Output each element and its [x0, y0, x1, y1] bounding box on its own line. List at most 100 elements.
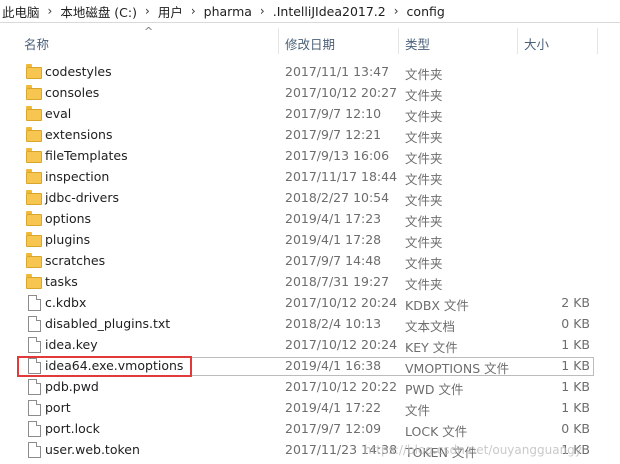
file-type: 文件夹: [405, 235, 443, 250]
file-icon: [28, 379, 41, 395]
file-date: 2018/2/4 10:13: [285, 316, 382, 331]
file-type: 文本文档: [405, 319, 456, 334]
file-type: 文件夹: [405, 67, 443, 82]
file-row[interactable]: tasks 2018/7/31 19:27 文件夹: [18, 271, 600, 292]
file-date: 2018/2/27 10:54: [285, 190, 390, 205]
column-size[interactable]: 大小: [524, 34, 549, 53]
file-name: scratches: [45, 253, 106, 268]
column-divider[interactable]: [517, 28, 518, 54]
file-size: 1 KB: [561, 379, 590, 394]
folder-icon: [26, 106, 42, 121]
chevron-right-icon: ›: [47, 4, 53, 18]
file-row[interactable]: codestyles 2017/11/1 13:47 文件夹: [18, 61, 600, 82]
file-name: tasks: [45, 274, 78, 289]
file-size: 0 KB: [561, 316, 590, 331]
file-icon: [28, 295, 41, 311]
file-date: 2019/4/1 17:23: [285, 211, 382, 226]
file-name: c.kdbx: [45, 295, 87, 310]
file-name: inspection: [45, 169, 110, 184]
breadcrumb-config[interactable]: config: [405, 4, 447, 19]
file-date: 2018/7/31 19:27: [285, 274, 390, 289]
file-type: 文件夹: [405, 172, 443, 187]
file-date: 2017/10/12 20:24: [285, 295, 398, 310]
column-name[interactable]: 名称: [24, 34, 49, 53]
column-divider[interactable]: [597, 28, 598, 54]
file-row[interactable]: c.kdbx 2017/10/12 20:24 KDBX 文件 2 KB: [18, 292, 600, 313]
folder-icon: [26, 211, 42, 226]
column-divider[interactable]: [398, 28, 399, 54]
file-row[interactable]: options 2019/4/1 17:23 文件夹: [18, 208, 600, 229]
file-name: options: [45, 211, 92, 226]
chevron-right-icon: ›: [145, 4, 150, 18]
file-type: 文件夹: [405, 277, 443, 292]
file-size: 1 KB: [561, 337, 590, 352]
breadcrumb-users[interactable]: 用户: [156, 2, 185, 21]
file-name: plugins: [45, 232, 91, 247]
file-name: jdbc-drivers: [45, 190, 120, 205]
folder-icon: [26, 85, 42, 100]
file-type: KEY 文件: [405, 340, 458, 355]
file-date: 2017/9/7 12:10: [285, 106, 382, 121]
folder-icon: [26, 274, 42, 289]
column-type[interactable]: 类型: [405, 34, 430, 53]
file-row[interactable]: disabled_plugins.txt 2018/2/4 10:13 文本文档 0 …: [18, 313, 600, 334]
file-size: 0 KB: [561, 421, 590, 436]
file-icon: [28, 316, 41, 332]
highlight-box: [17, 356, 192, 377]
file-name: eval: [45, 106, 72, 121]
chevron-right-icon: ›: [393, 4, 399, 18]
column-header: ^ 名称 修改日期 类型 大小: [0, 25, 620, 58]
folder-icon: [26, 169, 42, 184]
file-name: port.lock: [45, 421, 100, 436]
folder-icon: [26, 148, 42, 163]
file-row[interactable]: consoles 2017/10/12 20:27 文件夹: [18, 82, 600, 103]
file-name: port: [45, 400, 71, 415]
file-name: pdb.pwd: [45, 379, 99, 394]
file-date: 2017/9/7 12:09: [285, 421, 382, 436]
file-row[interactable]: extensions 2017/9/7 12:21 文件夹: [18, 124, 600, 145]
breadcrumb-pharma[interactable]: pharma: [202, 4, 254, 19]
breadcrumb-this-pc[interactable]: 此电脑: [0, 2, 42, 21]
file-type: KDBX 文件: [405, 298, 469, 313]
file-name: fileTemplates: [45, 148, 128, 163]
file-row[interactable]: scratches 2017/9/7 14:48 文件夹: [18, 250, 600, 271]
file-row[interactable]: fileTemplates 2017/9/13 16:06 文件夹: [18, 145, 600, 166]
column-date[interactable]: 修改日期: [285, 34, 335, 53]
file-row[interactable]: plugins 2019/4/1 17:28 文件夹: [18, 229, 600, 250]
file-date: 2017/10/12 20:24: [285, 337, 398, 352]
file-row[interactable]: inspection 2017/11/17 18:44 文件夹: [18, 166, 600, 187]
column-divider[interactable]: [278, 28, 279, 54]
file-row[interactable]: jdbc-drivers 2018/2/27 10:54 文件夹: [18, 187, 600, 208]
file-row[interactable]: pdb.pwd 2017/10/12 20:22 PWD 文件 1 KB: [18, 376, 600, 397]
file-type: 文件夹: [405, 130, 443, 145]
selected-row-outline: [192, 357, 594, 376]
file-icon: [28, 400, 41, 416]
file-row[interactable]: port 2019/4/1 17:22 文件 1 KB: [18, 397, 600, 418]
file-date: 2017/9/7 14:48: [285, 253, 382, 268]
breadcrumb: 此电脑 › 本地磁盘 (C:) › 用户 › pharma › .Intelli…: [0, 0, 620, 23]
chevron-right-icon: ›: [259, 4, 265, 18]
file-type: 文件: [405, 403, 431, 418]
file-row[interactable]: port.lock 2017/9/7 12:09 LOCK 文件 0 KB: [18, 418, 600, 439]
file-size: 2 KB: [561, 295, 590, 310]
file-icon: [28, 337, 41, 353]
file-name: disabled_plugins.txt: [45, 316, 171, 331]
file-date: 2017/10/12 20:27: [285, 85, 398, 100]
file-date: 2017/9/7 12:21: [285, 127, 382, 142]
folder-icon: [26, 127, 42, 142]
file-row[interactable]: eval 2017/9/7 12:10 文件夹: [18, 103, 600, 124]
file-type: 文件夹: [405, 109, 443, 124]
watermark: https://blog.csdn.net/ouyangguangy: [364, 443, 582, 457]
chevron-right-icon: ›: [190, 4, 196, 18]
file-name: codestyles: [45, 64, 112, 79]
file-date: 2019/4/1 17:22: [285, 400, 382, 415]
file-type: 文件夹: [405, 151, 443, 166]
file-type: PWD 文件: [405, 382, 464, 397]
file-row[interactable]: idea.key 2017/10/12 20:24 KEY 文件 1 KB: [18, 334, 600, 355]
breadcrumb-local-disk[interactable]: 本地磁盘 (C:): [58, 2, 139, 21]
folder-icon: [26, 253, 42, 268]
sort-ascending-icon: ^: [144, 25, 154, 38]
file-icon: [28, 442, 41, 458]
breadcrumb-intellij[interactable]: .IntelliJIdea2017.2: [271, 4, 388, 19]
file-name: user.web.token: [45, 442, 140, 457]
